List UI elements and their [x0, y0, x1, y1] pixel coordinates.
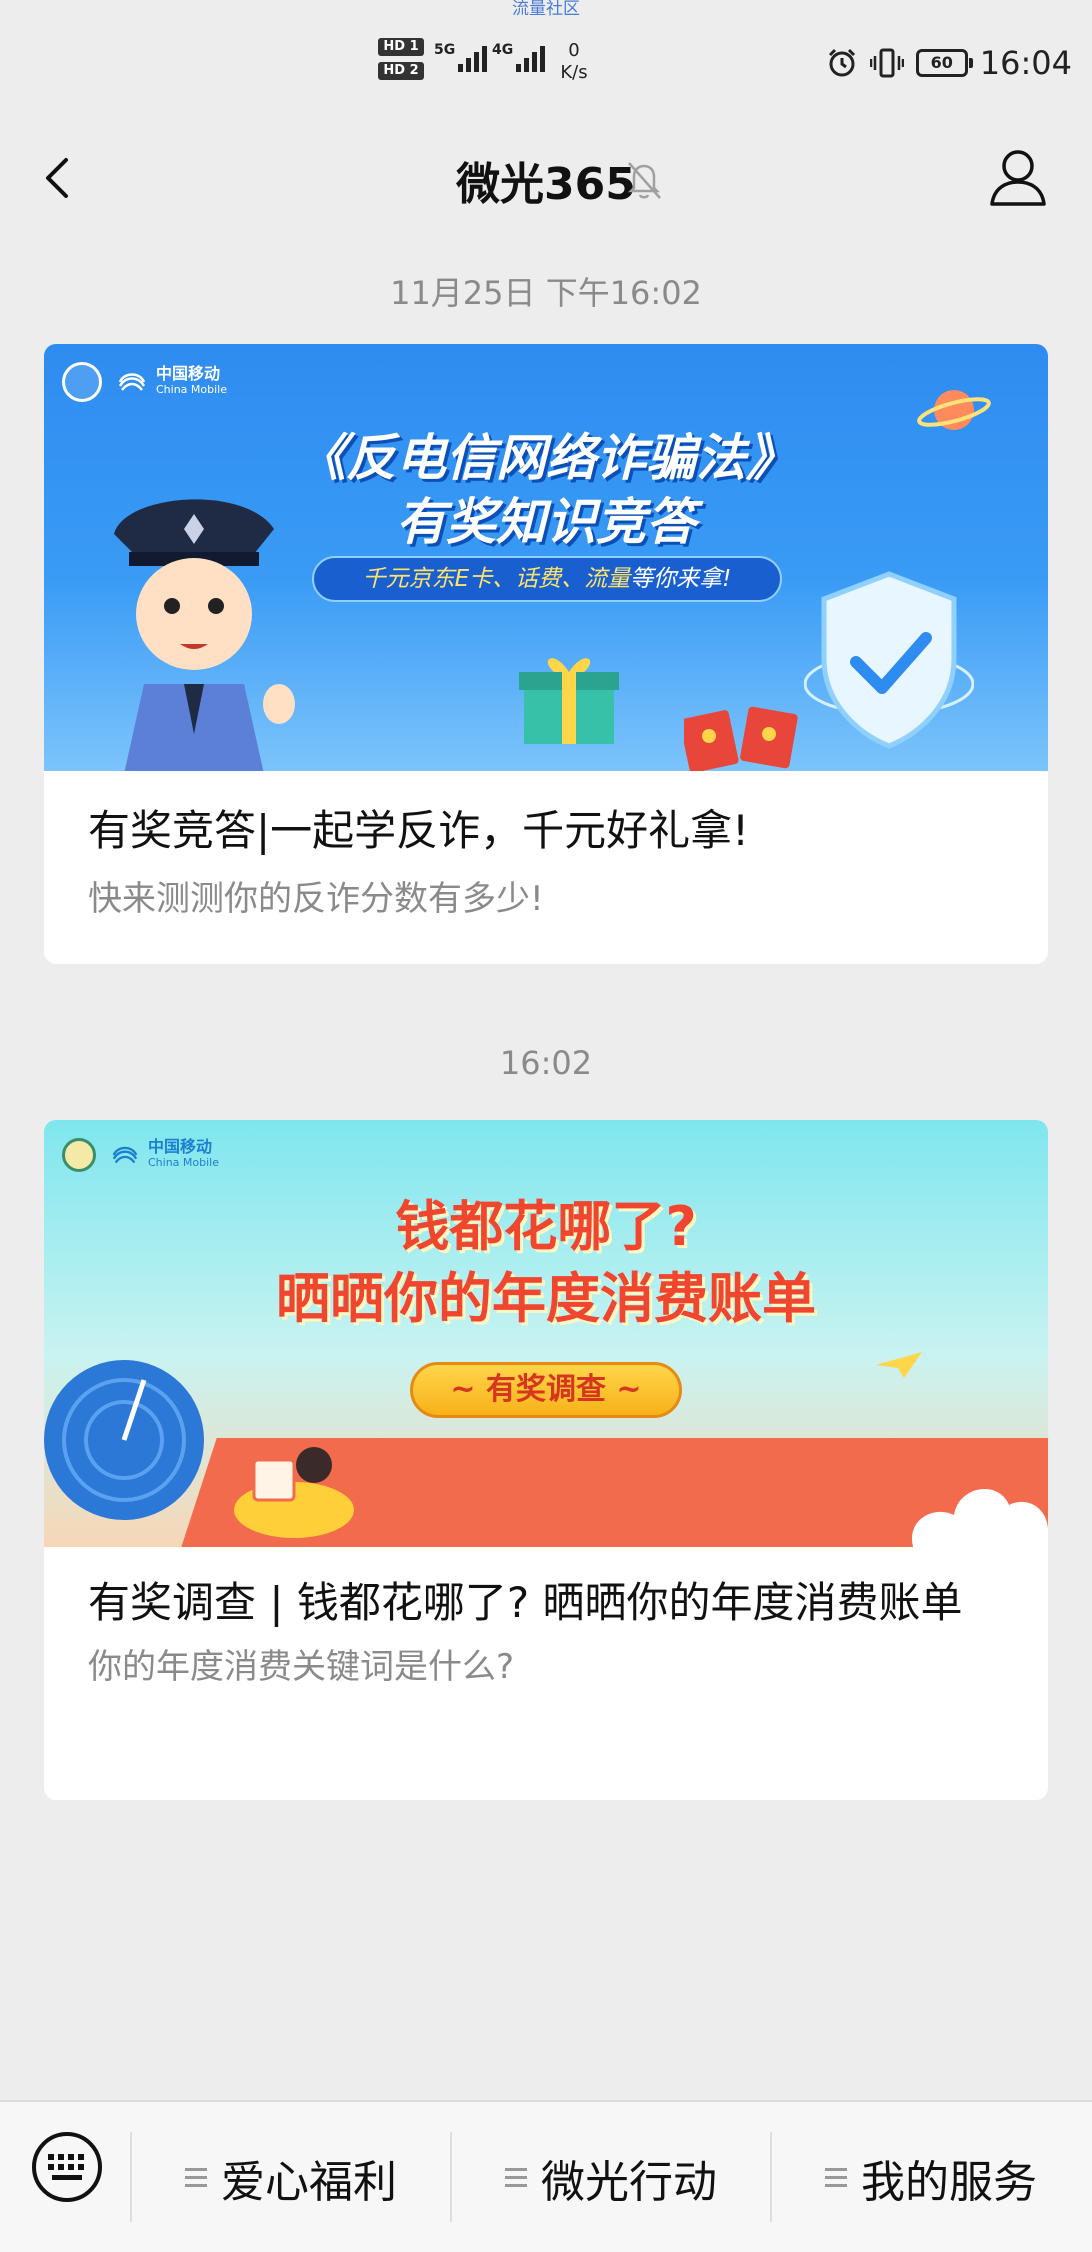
china-mobile-logo: 中国移动 China Mobile [110, 1139, 219, 1171]
brand-name: 中国移动 [148, 1137, 213, 1156]
back-arrow-icon[interactable] [28, 148, 88, 208]
network-type-2: 4G [492, 42, 514, 58]
page-title: 微光365 [456, 159, 636, 210]
article-card[interactable]: 中国移动 China Mobile 《反电信网络诈骗法》 有奖知识竞答 千元京东… [44, 344, 1048, 964]
article-banner[interactable]: 中国移动 China Mobile 钱都花哪了? 晒晒你的年度消费账单 ~ 有奖… [44, 1120, 1048, 1547]
alarm-icon [828, 48, 855, 77]
menu-lines-icon [505, 2168, 527, 2188]
cloud-decoration [912, 1489, 1048, 1547]
brand-logos: 中国移动 China Mobile [62, 1138, 219, 1172]
police-emblem-icon [62, 1138, 96, 1172]
article-description: 快来测测你的反诈分数有多少! [88, 879, 544, 919]
brand-name: 中国移动 [156, 364, 221, 383]
sim1-badge: HD 1 [378, 38, 424, 56]
net-speed-unit: K/s [560, 62, 588, 83]
banner-headline-1: 钱都花哪了? [395, 1195, 697, 1258]
message-timestamp: 11月25日 下午16:02 [390, 274, 702, 312]
police-officer-illustration [114, 499, 295, 771]
status-bar: 流量社区 HD 1 HD 2 5G 4G 0 K/s 60 16:04 [0, 0, 1092, 128]
banner-pill: 千元京东E卡、话费、流量等你来拿! [312, 556, 782, 602]
banner-pill: ~ 有奖调查 ~ [410, 1362, 682, 1418]
menu-item-label: 微光行动 [541, 2157, 717, 2208]
message-timestamp: 16:02 [499, 1044, 593, 1082]
signal-4g-icon: 4G [492, 42, 546, 72]
signal-5g-icon: 5G [434, 42, 488, 72]
article-banner[interactable]: 中国移动 China Mobile 《反电信网络诈骗法》 有奖知识竞答 千元京东… [44, 344, 1048, 771]
vibrate-icon [869, 48, 904, 78]
menu-item-label: 爱心福利 [221, 2157, 397, 2208]
menu-item-label: 我的服务 [861, 2157, 1037, 2208]
paper-plane-icon [876, 1352, 922, 1378]
network-type-1: 5G [434, 42, 456, 58]
status-right: 60 16:04 [826, 44, 1072, 82]
sim2-badge: HD 2 [378, 62, 424, 80]
gift-box-illustration [519, 658, 619, 744]
article-title: 有奖竞答|一起学反诈，千元好礼拿! [88, 806, 749, 855]
profile-icon[interactable] [982, 138, 1054, 218]
keyboard-icon[interactable] [30, 2130, 104, 2204]
red-envelope-icon [684, 706, 798, 771]
menu-item-welfare[interactable]: 爱心福利 [132, 2102, 450, 2252]
bottom-menu-bar: 爱心福利 微光行动 我的服务 [0, 2100, 1092, 2252]
mute-bell-icon [627, 162, 661, 199]
pill-prize-text: 千元京东E卡、话费、流量 [362, 566, 631, 592]
article-card[interactable]: 中国移动 China Mobile 钱都花哪了? 晒晒你的年度消费账单 ~ 有奖… [44, 1120, 1048, 1800]
menu-lines-icon [185, 2168, 207, 2188]
brand-logos: 中国移动 China Mobile [62, 362, 227, 402]
pill-cta-text: 等你来拿! [630, 566, 732, 592]
watermark-text: 流量社区 [512, 0, 580, 19]
menu-item-my-services[interactable]: 我的服务 [772, 2102, 1090, 2252]
china-mobile-icon [112, 1146, 138, 1164]
clock: 16:04 [979, 44, 1072, 82]
nav-bar: 微光365 [0, 128, 1092, 232]
brand-name-en: China Mobile [156, 383, 228, 396]
banner-headline-2: 晒晒你的年度消费账单 [276, 1267, 816, 1330]
net-speed: 0 K/s [556, 40, 592, 84]
menu-item-action[interactable]: 微光行动 [452, 2102, 770, 2252]
police-emblem-icon [62, 362, 102, 402]
brand-name-en: China Mobile [148, 1156, 220, 1169]
article-description: 你的年度消费关键词是什么? [88, 1647, 515, 1687]
battery-indicator: 60 [915, 49, 973, 77]
china-mobile-logo: 中国移动 China Mobile [116, 366, 227, 398]
article-title: 有奖调查 | 钱都花哪了? 晒晒你的年度消费账单 [88, 1578, 963, 1627]
china-mobile-icon [118, 373, 146, 391]
shield-check-icon [804, 571, 974, 749]
sim-indicators: HD 1 HD 2 [378, 38, 424, 86]
menu-lines-icon [825, 2168, 847, 2188]
net-speed-value: 0 [568, 40, 580, 61]
person-reading-illustration [234, 1447, 354, 1538]
